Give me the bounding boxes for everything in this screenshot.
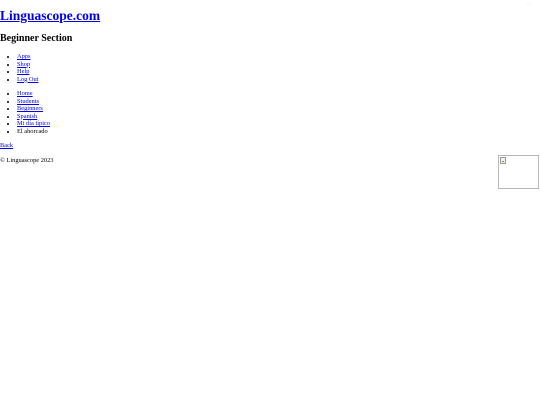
top-right-mark: · · · — [527, 3, 532, 7]
topic-link[interactable]: Mi día típico — [17, 120, 50, 127]
footer-image[interactable] — [498, 155, 539, 189]
beginners-link[interactable]: Beginners — [17, 105, 43, 112]
user-menu-item-shop: Shop — [17, 61, 38, 69]
broken-image-icon — [500, 157, 506, 164]
spanish-link[interactable]: Spanish — [17, 113, 37, 120]
user-menu-item-logout: Log Out — [17, 76, 38, 84]
students-link[interactable]: Students — [17, 98, 39, 105]
breadcrumb-item-students: Students — [17, 98, 50, 106]
page-title: Beginner Section — [0, 33, 73, 44]
user-menu: Apps Shop Help Log Out — [0, 53, 38, 83]
breadcrumb-item-home: Home — [17, 90, 50, 98]
apps-link[interactable]: Apps — [17, 53, 31, 60]
breadcrumb-item-beginners: Beginners — [17, 105, 50, 113]
breadcrumb-item-current: El ahorcado — [17, 128, 50, 136]
copyright-text: © Linguascope 2023 — [0, 157, 54, 164]
breadcrumb-item-spanish: Spanish — [17, 113, 50, 121]
user-menu-item-help: Help — [17, 68, 38, 76]
home-link[interactable]: Home — [17, 90, 33, 97]
site-title-link[interactable]: Linguascope.com — [0, 8, 100, 23]
shop-link[interactable]: Shop — [17, 61, 30, 68]
user-menu-item-apps: Apps — [17, 53, 38, 61]
help-link[interactable]: Help — [17, 68, 29, 75]
site-title: Linguascope.com — [0, 6, 100, 26]
breadcrumb-item-topic: Mi día típico — [17, 120, 50, 128]
breadcrumb: Home Students Beginners Spanish Mi día t… — [0, 90, 50, 136]
logout-link[interactable]: Log Out — [17, 76, 38, 83]
back-row: Back — [0, 142, 13, 150]
back-link[interactable]: Back — [0, 142, 13, 149]
